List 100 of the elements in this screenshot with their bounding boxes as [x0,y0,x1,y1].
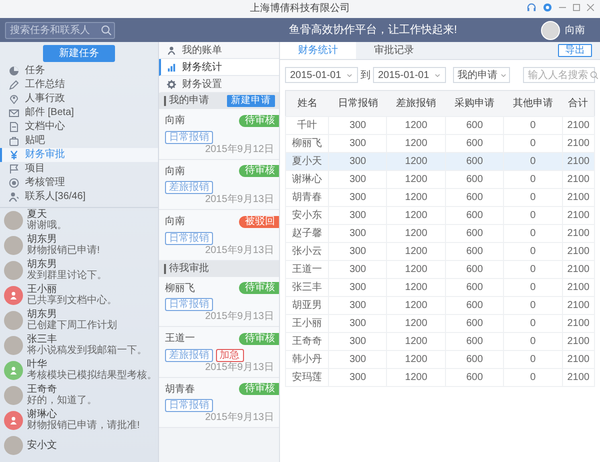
contact-name[interactable]: 胡东男 [27,308,117,320]
nav-item[interactable]: 联系人[36/46] [0,190,158,204]
search-field[interactable]: 搜索任务和联系人 [5,22,115,38]
date-select[interactable]: 2015-01-01 [285,67,358,83]
table-cell: 1200 [386,296,446,314]
type-tag: 差旅报销 [165,181,213,194]
menu-item[interactable]: 财务统计 [159,59,279,76]
table-cell: 1200 [386,242,446,260]
nav-item[interactable]: 财务审批 [0,148,158,162]
contact-message: 已共享到文档中心。 [27,294,117,306]
table-row[interactable]: 赵子馨 300 1200 600 0 2100 [286,224,594,242]
table-row[interactable]: 谢琳心 300 1200 600 0 2100 [286,170,594,188]
contact-message: 财物报销已申请，请批准! [27,420,140,432]
column-header: 日常报销 [328,90,387,116]
nav-item[interactable]: 项目 [0,162,158,176]
contact-name[interactable]: 叶华 [27,358,157,370]
contact-name[interactable]: 胡东男 [27,234,100,244]
table-row[interactable]: 王小丽 300 1200 600 0 2100 [286,314,594,332]
tab[interactable]: 财务统计 [280,42,356,59]
table-cell: 600 [445,260,504,278]
table-cell: 0 [504,206,562,224]
type-tag: 日常报销 [165,130,213,144]
contact-name[interactable]: 王小丽 [27,284,117,294]
table-cell: 张小云 [286,242,329,260]
nav-item[interactable]: 人事行政 [0,92,158,106]
contact-name[interactable]: 安小文 [27,440,57,450]
table-cell: 0 [504,296,562,314]
table-row[interactable]: 千叶 300 1200 600 0 2100 [286,116,594,134]
menu-item[interactable]: 我的账单 [159,42,279,59]
table-row[interactable]: 王道一 300 1200 600 0 2100 [286,260,594,278]
nav-item[interactable]: 文档中心 [0,120,158,134]
column-header: 合计 [562,90,594,116]
contact-name[interactable]: 张三丰 [27,334,147,344]
table-row[interactable]: 夏小天 300 1200 600 0 2100 [286,152,594,170]
request-date: 2015年9月13日 [205,362,275,374]
nav-item[interactable]: 贴吧 [0,134,158,148]
contact-name[interactable]: 王奇奇 [27,384,97,394]
nav-item[interactable]: 考核管理 [0,176,158,190]
table-cell: 2100 [562,332,594,350]
table-cell: 2100 [562,296,594,314]
table-cell: 2100 [562,116,594,134]
request-item[interactable]: 向南 待审核 差旅报销 2015年9月13日 [159,160,279,210]
export-button[interactable]: 导出 [558,44,592,57]
table-row[interactable]: 胡亚男 300 1200 600 0 2100 [286,296,594,314]
request-date: 2015年9月13日 [205,311,275,323]
menu-item[interactable]: 财务设置 [159,76,279,93]
table-cell: 300 [328,296,387,314]
user-name[interactable]: 向南 [565,22,585,38]
table-cell: 1200 [386,278,446,296]
table-row[interactable]: 韩小丹 300 1200 600 0 2100 [286,350,594,368]
table-cell: 600 [445,332,504,350]
contact-name[interactable]: 谢琳心 [27,408,140,420]
table-cell: 韩小丹 [286,350,329,368]
nav-item[interactable]: 邮件 [Beta] [0,106,158,120]
table-cell: 2100 [562,242,594,260]
nav-item[interactable]: 工作总结 [0,78,158,92]
table-cell: 夏小天 [286,152,329,170]
contact-message: 财物报销已申请! [27,244,100,256]
request-item[interactable]: 王道一 待审核 差旅报销 加急 2015年9月13日 [159,327,279,378]
table-row[interactable]: 王奇奇 300 1200 600 0 2100 [286,332,594,350]
request-item[interactable]: 向南 待审核 日常报销 2015年9月12日 [159,109,279,160]
table-cell: 谢琳心 [286,170,329,188]
table-cell: 0 [504,260,562,278]
date-separator: 到 [360,68,370,82]
status-badge: 被驳回 [239,216,279,228]
request-date: 2015年9月12日 [205,144,275,156]
slogan: 鱼骨高效协作平台，让工作快起来! [288,22,458,38]
table-cell: 600 [445,278,504,296]
tab[interactable]: 审批记录 [356,42,432,59]
table-cell: 600 [445,242,504,260]
table-cell: 0 [504,350,562,368]
nav-item[interactable]: 任务 [0,64,158,78]
table-row[interactable]: 安小东 300 1200 600 0 2100 [286,206,594,224]
table-cell: 300 [328,224,387,242]
table-cell: 胡青春 [286,188,329,206]
table-cell: 300 [328,260,387,278]
table-cell: 2100 [562,170,594,188]
request-item[interactable]: 柳丽飞 待审核 日常报销 2015年9月13日 [159,276,279,327]
new-task-button[interactable]: 新建任务 [43,44,115,62]
type-tag: 日常报销 [165,232,213,244]
table-cell: 0 [504,368,562,386]
table-cell: 1200 [386,224,446,242]
request-item[interactable]: 向南 被驳回 日常报销 2015年9月13日 [159,210,279,260]
request-item[interactable]: 胡青春 待审核 日常报销 2015年9月13日 [159,378,279,428]
new-request-button[interactable]: 新建申请 [227,95,275,107]
table-cell: 张三丰 [286,278,329,296]
contact-name[interactable]: 胡东男 [27,258,107,270]
table-cell: 300 [328,188,387,206]
scope-select[interactable]: 我的申请 [452,67,510,83]
table-row[interactable]: 安玛莲 300 1200 600 0 2100 [286,368,594,386]
table-row[interactable]: 张小云 300 1200 600 0 2100 [286,242,594,260]
table-cell: 300 [328,206,387,224]
contact-name[interactable]: 夏天 [27,208,67,220]
type-tag: 日常报销 [165,298,213,311]
table-cell: 1200 [386,314,446,332]
table-cell: 0 [504,152,562,170]
date-select[interactable]: 2015-01-01 [373,67,446,83]
table-cell: 0 [504,332,562,350]
table-row[interactable]: 胡青春 300 1200 600 0 2100 [286,188,594,206]
table-row[interactable]: 张三丰 300 1200 600 0 2100 [286,278,594,296]
